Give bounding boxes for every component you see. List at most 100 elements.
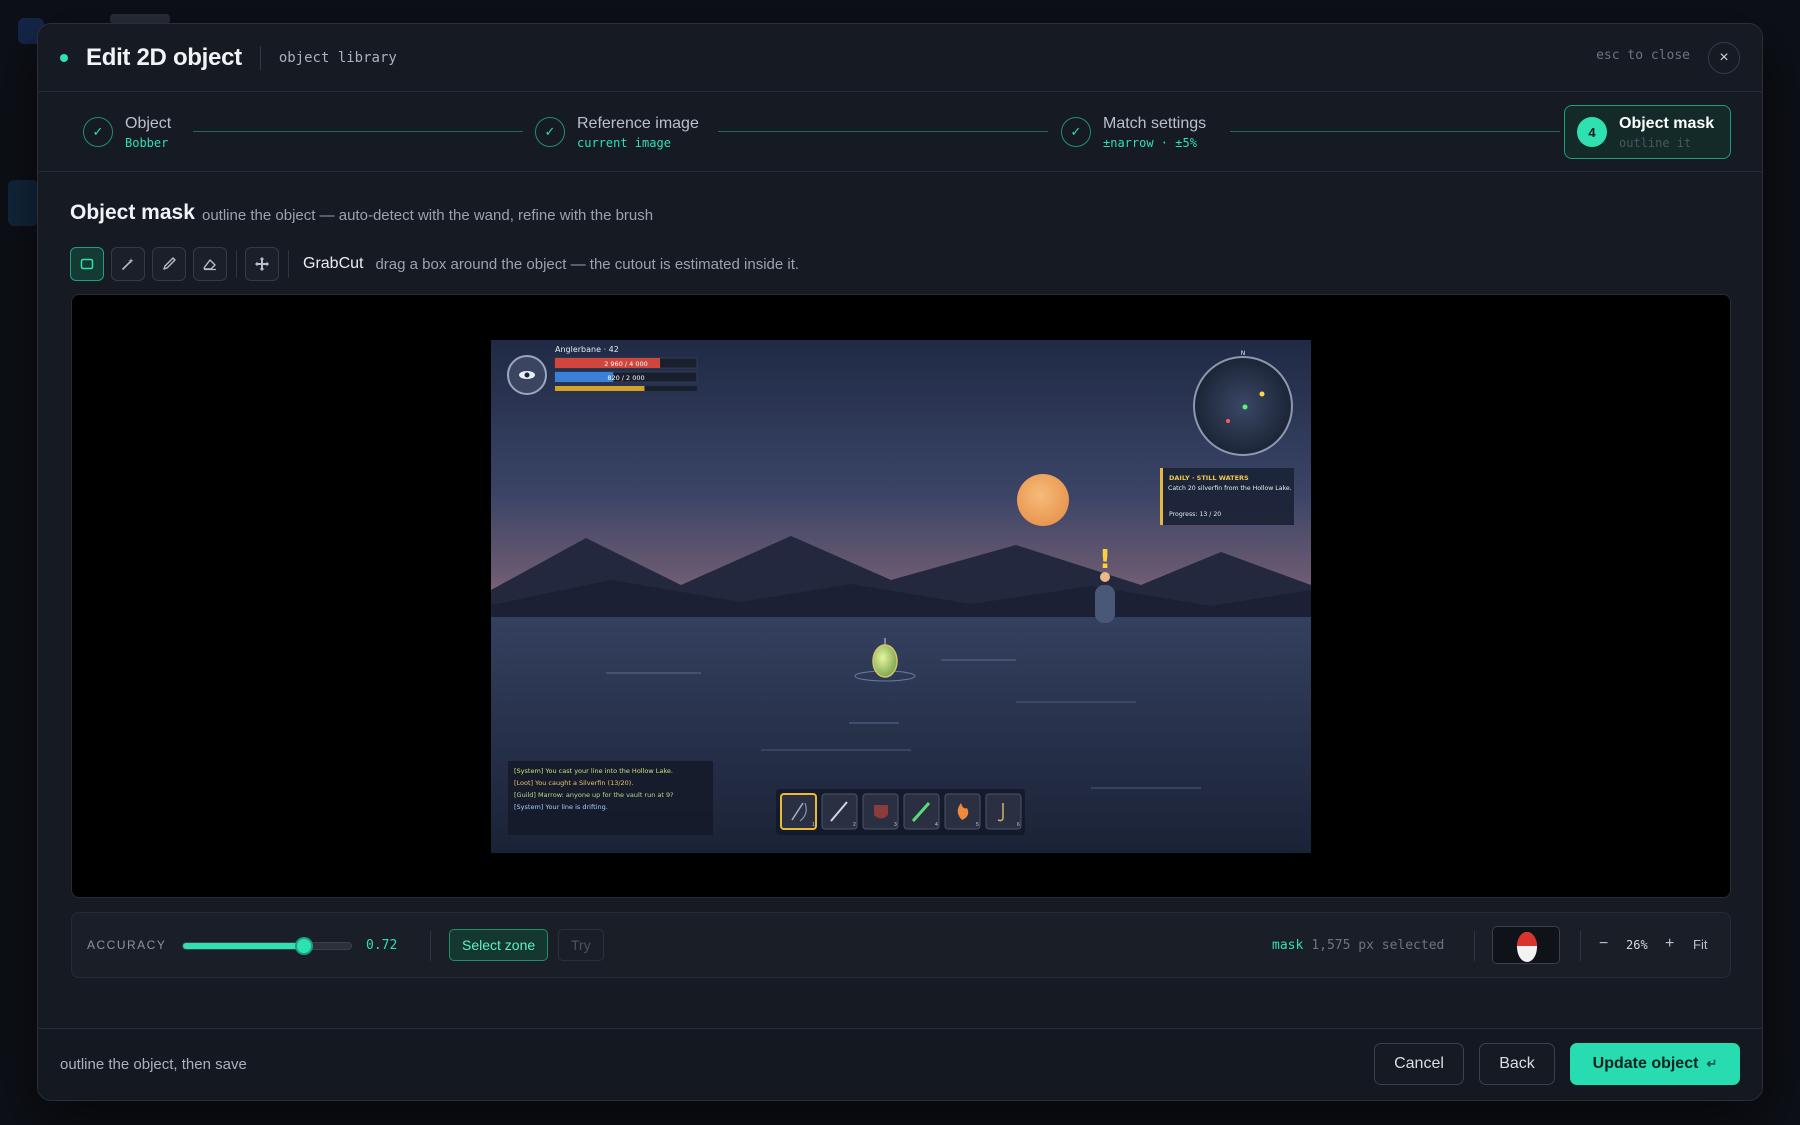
accuracy-slider-fill — [183, 943, 304, 949]
magic-wand-icon — [122, 258, 134, 270]
hotbar-slot-2: 2 — [821, 793, 858, 830]
check-icon: ✓ — [535, 117, 565, 147]
enter-icon: ↵ — [1706, 1056, 1718, 1071]
hotbar-key: 6 — [1017, 822, 1020, 828]
fit-button[interactable]: Fit — [1693, 937, 1707, 952]
esc-hint: esc to close — [1596, 48, 1690, 63]
step-connector — [718, 131, 1048, 132]
player-name: Anglerbane · 42 — [555, 345, 619, 354]
hp-text: 2 960 / 4 000 — [604, 360, 648, 368]
header-divider — [259, 45, 261, 70]
breadcrumb-object-library[interactable]: object library — [279, 50, 397, 66]
mask-key: mask — [1272, 938, 1304, 953]
hotbar-slot-6: 6 — [985, 793, 1022, 830]
check-icon: ✓ — [1061, 117, 1091, 147]
app-sidebar-active-item — [8, 180, 38, 226]
select-zone-button[interactable]: Select zone — [449, 929, 549, 961]
hotbar-key: 3 — [894, 822, 897, 828]
mask-pixel-count: 1,575 px selected — [1311, 938, 1445, 953]
update-object-button[interactable]: Update object ↵ — [1570, 1043, 1740, 1085]
hotbar-key: 2 — [853, 822, 856, 828]
brush-tool-button[interactable] — [152, 247, 186, 281]
bobber-thumbnail-image — [1517, 932, 1537, 962]
cancel-button[interactable]: Cancel — [1374, 1043, 1464, 1085]
eraser-icon — [203, 259, 216, 271]
chat-line: [Loot] You caught a Silverfin (13/20). — [514, 779, 633, 787]
step-connector — [193, 131, 523, 132]
step-label: Object — [125, 114, 172, 132]
edit-object-modal: Edit 2D object object library esc to clo… — [37, 23, 1763, 1101]
modal-footer: outline the object, then save Cancel Bac… — [38, 1028, 1762, 1100]
controls-divider — [1474, 931, 1475, 961]
hotbar-slot-3: 3 — [862, 793, 899, 830]
mp-text: 820 / 2 000 — [607, 374, 644, 382]
mask-info: mask 1,575 px selected — [1272, 938, 1444, 953]
check-icon: ✓ — [83, 117, 113, 147]
hotbar-slot-4: 4 — [903, 793, 940, 830]
step-object-mask[interactable]: 4 Object mask outline it — [1564, 105, 1732, 159]
quest-progress: Progress: 13 / 20 — [1169, 511, 1221, 518]
modal-title: Edit 2D object — [86, 43, 242, 71]
status-dot — [60, 53, 68, 62]
step-sub: current image — [577, 135, 671, 150]
brush-icon — [163, 257, 176, 270]
npc-quest-marker: ! — [1099, 545, 1111, 575]
hotbar-slot-1: 1 — [780, 793, 817, 830]
section-title: Object mask — [70, 201, 195, 224]
chat-line: [System] Your line is drifting. — [514, 803, 608, 811]
minimap-compass: N — [1241, 350, 1246, 357]
hotbar-key: 5 — [976, 822, 979, 828]
eraser-tool-button[interactable] — [193, 247, 227, 281]
zoom-level: 26% — [1626, 938, 1648, 952]
close-button[interactable]: × — [1708, 42, 1740, 74]
mask-canvas[interactable]: ! Anglerbane · 42 2 960 / 4 000 820 / 2 … — [71, 294, 1731, 898]
step-number-badge: 4 — [1577, 117, 1607, 147]
accuracy-slider-handle[interactable] — [294, 937, 313, 955]
toolbar-divider — [288, 250, 289, 278]
game-screenshot[interactable]: ! Anglerbane · 42 2 960 / 4 000 820 / 2 … — [491, 340, 1311, 853]
rect-select-icon — [80, 258, 94, 270]
hotbar-key: 4 — [935, 822, 938, 828]
tool-hint: drag a box around the object — the cutou… — [375, 255, 800, 273]
accuracy-label: ACCURACY — [87, 938, 167, 952]
step-sub: Bobber — [125, 135, 169, 150]
toolbar-divider — [236, 250, 237, 278]
step-object[interactable]: ✓ Object Bobber — [83, 92, 171, 172]
modal-header: Edit 2D object object library esc to clo… — [38, 24, 1762, 92]
section-description: outline the object — auto-detect with th… — [202, 207, 654, 224]
zoom-out-button[interactable]: − — [1599, 935, 1608, 953]
footer-hint: outline the object, then save — [60, 1056, 247, 1073]
zoom-in-button[interactable]: + — [1665, 935, 1674, 953]
step-connector — [1230, 131, 1560, 132]
grabcut-tool-button[interactable] — [70, 247, 104, 281]
crosshair-icon — [255, 257, 269, 271]
accuracy-value: 0.72 — [366, 938, 398, 953]
try-button[interactable]: Try — [558, 929, 604, 961]
mask-controls: ACCURACY 0.72 Select zone Try mask 1,575 … — [71, 912, 1731, 978]
update-object-label: Update object — [1592, 1055, 1699, 1072]
step-sub: outline it — [1619, 135, 1692, 150]
chat-line: [System] You cast your line into the Hol… — [514, 767, 673, 775]
controls-divider — [430, 931, 431, 961]
stepper: ✓ Object Bobber ✓ Reference image curren… — [38, 92, 1762, 172]
back-button[interactable]: Back — [1479, 1043, 1555, 1085]
hotbar-key: 1 — [812, 822, 815, 828]
mask-preview-thumbnail[interactable] — [1492, 926, 1560, 964]
active-tool-name: GrabCut — [303, 255, 364, 272]
close-icon: × — [1719, 49, 1729, 66]
hotbar-slot-5: 5 — [944, 793, 981, 830]
accuracy-slider[interactable] — [182, 937, 352, 955]
step-label: Reference image — [577, 114, 699, 132]
step-label: Object mask — [1619, 114, 1715, 132]
step-match-settings[interactable]: ✓ Match settings ±narrow · ±5% — [1061, 92, 1206, 172]
controls-divider — [1580, 931, 1581, 961]
quest-text: Catch 20 silverfin from the Hollow Lake. — [1168, 485, 1292, 492]
step-sub: ±narrow · ±5% — [1103, 135, 1197, 150]
quest-title: DAILY · STILL WATERS — [1169, 474, 1249, 482]
chat-line: [Guild] Marrow: anyone up for the vault … — [514, 791, 674, 799]
move-tool-button[interactable] — [245, 247, 279, 281]
magic-wand-tool-button[interactable] — [111, 247, 145, 281]
mask-toolbar: GrabCut drag a box around the object — t… — [70, 246, 799, 282]
step-reference-image[interactable]: ✓ Reference image current image — [535, 92, 699, 172]
step-label: Match settings — [1103, 114, 1207, 132]
